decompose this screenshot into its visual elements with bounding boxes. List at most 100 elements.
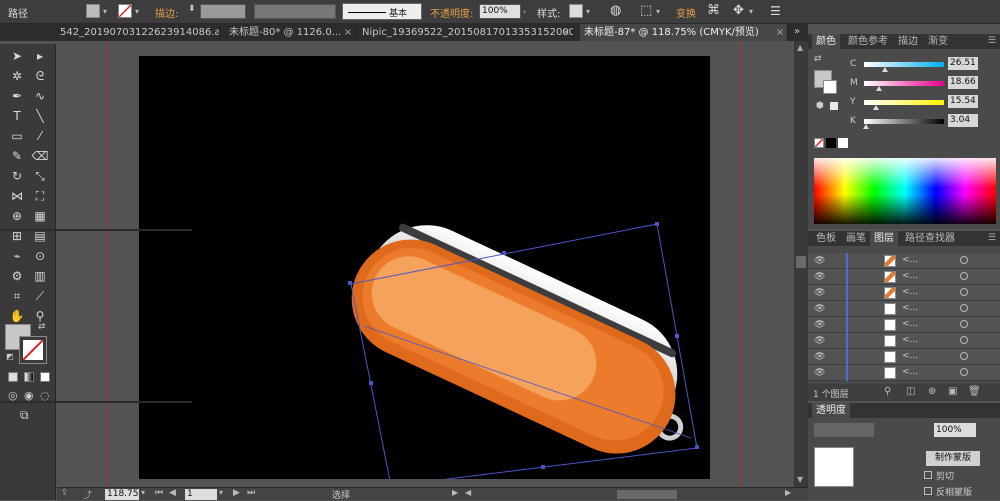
layer-row[interactable]: 👁 <... bbox=[808, 333, 1000, 349]
hscroll-thumb[interactable] bbox=[617, 490, 677, 499]
yellow-slider[interactable]: Y 15.54 bbox=[808, 94, 1000, 113]
variable-width-select[interactable] bbox=[254, 4, 336, 19]
magenta-input[interactable]: 18.66 bbox=[948, 76, 978, 89]
handle-br[interactable] bbox=[695, 445, 699, 449]
chevron-right-icon[interactable]: › bbox=[523, 7, 531, 17]
stroke-weight-input[interactable] bbox=[200, 4, 246, 19]
prev-page-icon[interactable]: ◀ bbox=[169, 488, 176, 498]
handle-tr[interactable] bbox=[655, 222, 659, 226]
handle-ml[interactable] bbox=[369, 381, 373, 385]
target-icon[interactable] bbox=[960, 272, 968, 280]
hand-tool-icon[interactable]: ✋ bbox=[8, 308, 26, 324]
width-tool-icon[interactable]: ⋈ bbox=[8, 188, 26, 204]
cyan-input[interactable]: 26.51 bbox=[948, 57, 978, 70]
opacity-input[interactable]: 100% bbox=[479, 4, 521, 19]
target-icon[interactable] bbox=[960, 368, 968, 376]
gradient-mode-icon[interactable] bbox=[24, 372, 34, 382]
black-slider[interactable]: K 3.04 bbox=[808, 113, 1000, 132]
eyedropper-icon[interactable]: ⌁ bbox=[8, 248, 26, 264]
panel-menu-icon[interactable]: ☰ bbox=[988, 36, 996, 46]
target-icon[interactable] bbox=[960, 304, 968, 312]
tab-gradient[interactable]: 渐变 bbox=[924, 34, 952, 49]
pencil-tool-icon[interactable]: ✎ bbox=[8, 148, 26, 164]
magic-wand-icon[interactable]: ✲ bbox=[8, 68, 26, 84]
swap-colors-icon[interactable]: ⇄ bbox=[38, 322, 46, 332]
visibility-eye-icon[interactable]: 👁 bbox=[814, 272, 825, 282]
type-tool-icon[interactable]: T bbox=[8, 108, 26, 124]
new-sublayer-icon[interactable]: ⊕ bbox=[928, 386, 936, 397]
chevron-down-icon[interactable]: ▾ bbox=[656, 7, 664, 17]
none-swatch[interactable] bbox=[814, 138, 824, 148]
selection-tool-icon[interactable]: ➤ bbox=[8, 48, 26, 64]
cyan-slider[interactable]: C 26.51 bbox=[808, 56, 1000, 75]
screen-mode-icon[interactable]: ⧉ bbox=[20, 408, 29, 423]
share-icon[interactable]: ⇪ bbox=[61, 488, 69, 498]
scroll-right-icon[interactable]: ▶ bbox=[785, 488, 791, 497]
recolor-icon[interactable]: ◍ bbox=[610, 3, 621, 18]
paintbrush-icon[interactable]: ⁄ bbox=[31, 128, 49, 144]
white-swatch[interactable] bbox=[838, 138, 848, 148]
artwork[interactable] bbox=[139, 56, 710, 487]
chevron-down-icon[interactable]: ▾ bbox=[141, 488, 145, 497]
clip-checkbox[interactable] bbox=[924, 471, 932, 479]
handle-bm[interactable] bbox=[541, 465, 545, 469]
next-page-icon[interactable]: ▶ bbox=[233, 488, 240, 498]
first-page-icon[interactable]: ⏮ bbox=[155, 488, 163, 498]
handle-tl[interactable] bbox=[348, 281, 352, 285]
tab-stroke[interactable]: 描边 bbox=[894, 34, 922, 49]
perspective-grid-icon[interactable]: ▦ bbox=[31, 208, 49, 224]
status-menu-icon[interactable]: ▶ bbox=[452, 488, 458, 497]
chevron-down-icon[interactable]: ▾ bbox=[586, 7, 594, 17]
export-icon[interactable]: ⤴ bbox=[83, 488, 92, 501]
visibility-eye-icon[interactable]: 👁 bbox=[814, 320, 825, 330]
eraser-icon[interactable]: ⌫ bbox=[31, 148, 49, 164]
layer-row[interactable]: 👁 <... bbox=[808, 365, 1000, 381]
doc-tab[interactable]: 542_20190703122623914086.ai* bbox=[56, 24, 220, 41]
make-mask-button[interactable]: 制作蒙版 bbox=[926, 451, 980, 466]
direct-selection-tool-icon[interactable]: ▸ bbox=[31, 48, 49, 64]
last-page-icon[interactable]: ⏭ bbox=[247, 488, 255, 498]
lasso-icon[interactable]: ᘓ bbox=[31, 68, 49, 84]
blend-tool-icon[interactable]: ⊙ bbox=[31, 248, 49, 264]
scroll-thumb[interactable] bbox=[796, 256, 806, 268]
graphic-style-swatch[interactable] bbox=[569, 4, 583, 18]
black-thumb[interactable] bbox=[863, 124, 870, 129]
stepper-icon[interactable]: ⬍ bbox=[188, 4, 196, 14]
chevron-down-icon[interactable]: ▾ bbox=[103, 7, 111, 17]
color-mode-icon[interactable] bbox=[8, 372, 18, 382]
layer-row[interactable]: 👁 <... bbox=[808, 253, 1000, 269]
handle-mr[interactable] bbox=[675, 334, 679, 338]
default-colors-icon[interactable]: ◩ bbox=[6, 352, 14, 361]
tab-pathfinder[interactable]: 路径查找器 bbox=[901, 231, 959, 246]
close-icon[interactable]: × bbox=[776, 24, 784, 41]
target-icon[interactable] bbox=[960, 256, 968, 264]
tab-color-guide[interactable]: 颜色参考 bbox=[844, 34, 892, 49]
doc-tab-active[interactable]: 未标题-87* @ 118.75% (CMYK/预览) × bbox=[580, 24, 788, 41]
artboard-tool-icon[interactable]: ⌗ bbox=[8, 288, 26, 304]
chevron-down-icon[interactable]: ▾ bbox=[219, 488, 223, 497]
transform-link[interactable]: 变换 bbox=[676, 5, 696, 20]
blend-mode-select[interactable] bbox=[814, 423, 874, 437]
stroke-label[interactable]: 描边: bbox=[155, 5, 178, 20]
target-icon[interactable] bbox=[960, 352, 968, 360]
tab-layers[interactable]: 图层 bbox=[870, 231, 898, 246]
fill-swatch[interactable] bbox=[86, 4, 100, 18]
rectangle-tool-icon[interactable]: ▭ bbox=[8, 128, 26, 144]
curvature-tool-icon[interactable]: ∿ bbox=[31, 88, 49, 104]
stroke-color-box[interactable] bbox=[19, 336, 47, 364]
pen-tool-icon[interactable]: ✒ bbox=[8, 88, 26, 104]
cyan-track[interactable] bbox=[864, 62, 944, 67]
stroke-swatch[interactable] bbox=[118, 4, 132, 18]
target-icon[interactable] bbox=[960, 288, 968, 296]
layer-row[interactable]: 👁 <... bbox=[808, 317, 1000, 333]
edit-group-icon[interactable]: ✥ bbox=[733, 3, 744, 18]
chevron-down-icon[interactable]: ▾ bbox=[749, 7, 757, 17]
cyan-thumb[interactable] bbox=[882, 67, 889, 72]
column-graph-icon[interactable]: ▥ bbox=[31, 268, 49, 284]
tab-color[interactable]: 颜色 bbox=[812, 34, 840, 49]
scroll-up-icon[interactable]: ▲ bbox=[797, 43, 803, 52]
new-layer-icon[interactable]: ▣ bbox=[948, 386, 957, 397]
layer-row[interactable]: 👁 <... bbox=[808, 301, 1000, 317]
visibility-eye-icon[interactable]: 👁 bbox=[814, 368, 825, 378]
layer-row[interactable]: 👁 <... bbox=[808, 285, 1000, 301]
